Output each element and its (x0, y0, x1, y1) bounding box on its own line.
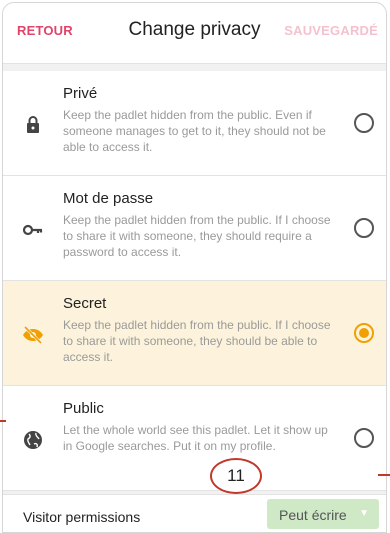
radio-secret[interactable] (354, 323, 374, 343)
option-description: Keep the padlet hidden from the public. … (63, 108, 326, 154)
privacy-panel: RETOUR Change privacy SAUVEGARDÉ Privé K… (2, 2, 387, 533)
key-icon (22, 224, 43, 236)
annotation-marker: 11 (210, 458, 262, 494)
header: RETOUR Change privacy SAUVEGARDÉ (3, 3, 386, 64)
annotation-line (0, 420, 6, 422)
radio-public[interactable] (354, 428, 374, 448)
option-secret[interactable]: Secret Keep the padlet hidden from the p… (3, 281, 386, 386)
permissions-dropdown[interactable]: Peut écrire ▼ (267, 499, 379, 529)
permissions-value: Peut écrire (279, 507, 347, 523)
option-label: Secret (63, 295, 107, 312)
option-mot-de-passe[interactable]: Mot de passe Keep the padlet hidden from… (3, 176, 386, 281)
privacy-options: Privé Keep the padlet hidden from the pu… (3, 71, 386, 491)
option-description: Let the whole world see this padlet. Let… (63, 423, 328, 453)
option-label: Public (63, 400, 104, 417)
option-description: Keep the padlet hidden from the public. … (63, 213, 331, 259)
radio-mot-de-passe[interactable] (354, 218, 374, 238)
globe-icon (24, 431, 42, 449)
chevron-down-icon: ▼ (359, 508, 369, 519)
visitor-permissions-label: Visitor permissions (23, 509, 141, 525)
visitor-permissions-row: Visitor permissions Peut écrire ▼ (3, 494, 386, 532)
option-label: Mot de passe (63, 190, 154, 207)
eye-off-icon (23, 325, 43, 345)
option-prive[interactable]: Privé Keep the padlet hidden from the pu… (3, 71, 386, 176)
option-public[interactable]: Public Let the whole world see this padl… (3, 386, 386, 491)
lock-icon (27, 116, 39, 133)
radio-prive[interactable] (354, 113, 374, 133)
option-description: Keep the padlet hidden from the public. … (63, 318, 331, 364)
annotation-line (378, 474, 390, 476)
save-button[interactable]: SAUVEGARDÉ (284, 23, 378, 38)
option-label: Privé (63, 85, 98, 102)
